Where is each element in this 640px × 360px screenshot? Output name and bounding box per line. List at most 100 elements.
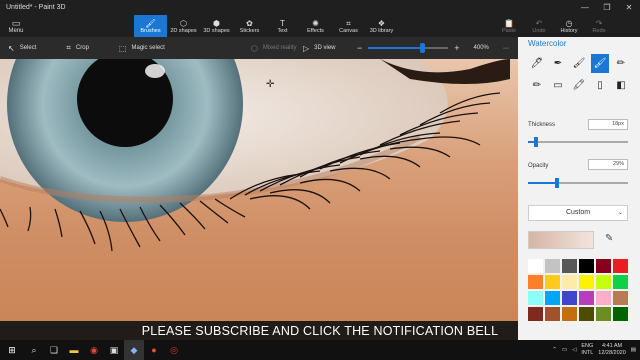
crop-label: Crop xyxy=(75,45,89,51)
paste-icon: 📋 xyxy=(504,18,514,28)
app-icon-red[interactable]: ● xyxy=(144,340,164,360)
color-swatch[interactable] xyxy=(613,259,628,273)
color-swatch[interactable] xyxy=(596,307,611,321)
zoom-slider-thumb[interactable] xyxy=(420,43,426,53)
zoom-slider[interactable] xyxy=(368,43,449,53)
crayon-icon[interactable]: 🖍 xyxy=(570,76,588,95)
color-swatch[interactable] xyxy=(528,275,543,289)
volume-icon[interactable]: ◁ xyxy=(572,347,576,353)
select-label: Select xyxy=(19,45,37,51)
thickness-field[interactable]: 18px xyxy=(588,119,628,130)
sub-toolbar: ↖ Select ⌗ Crop ⬚ Magic select ⬡ Mixed reali… xyxy=(0,37,518,59)
crop-button[interactable]: ⌗ Crop xyxy=(66,43,89,53)
tab-2d-shapes[interactable]: ⬡ 2D shapes xyxy=(167,15,200,37)
zoom-out-icon[interactable]: − xyxy=(357,43,362,53)
mixed-reality-button[interactable]: ⬡ Mixed reality xyxy=(251,44,297,53)
color-swatch[interactable] xyxy=(596,275,611,289)
minimize-button[interactable]: — xyxy=(574,0,596,15)
color-swatch[interactable] xyxy=(613,307,628,321)
thickness-slider-thumb[interactable] xyxy=(534,137,538,147)
app-icon-spiral[interactable]: ◎ xyxy=(164,340,184,360)
color-swatch[interactable] xyxy=(579,307,594,321)
more-options-icon[interactable]: ⋯ xyxy=(503,45,509,52)
watercolor-brush-icon[interactable]: 🖌 xyxy=(591,54,609,73)
current-color-swatch[interactable] xyxy=(528,231,594,249)
clock[interactable]: 4:41 AM 12/28/2020 xyxy=(598,343,626,357)
opacity-field[interactable]: 29% xyxy=(588,159,628,170)
oil-brush-icon[interactable]: 🖌 xyxy=(570,54,588,73)
color-swatch[interactable] xyxy=(596,291,611,305)
color-swatch[interactable] xyxy=(562,307,577,321)
tab-stickers[interactable]: ✿ Stickers xyxy=(233,15,266,37)
history-button[interactable]: ◷ History xyxy=(554,15,584,37)
panel-title: Watercolor xyxy=(528,39,567,48)
color-swatch[interactable] xyxy=(562,275,577,289)
clock-time: 4:41 AM xyxy=(601,343,623,349)
spray-can-icon[interactable]: ▯ xyxy=(591,76,609,95)
zoom-value: 400% xyxy=(473,45,489,51)
undo-label: Undo xyxy=(532,27,546,34)
chevron-up-icon[interactable]: ⌃ xyxy=(552,347,557,353)
magic-select-button[interactable]: ⬚ Magic select xyxy=(119,44,165,53)
color-swatch[interactable] xyxy=(562,291,577,305)
drawing-canvas[interactable]: ✛ xyxy=(0,59,518,340)
color-swatch[interactable] xyxy=(613,275,628,289)
eraser-icon[interactable]: ▭ xyxy=(549,76,567,95)
opacity-slider[interactable] xyxy=(528,178,628,188)
color-swatch[interactable] xyxy=(579,291,594,305)
opacity-slider-thumb[interactable] xyxy=(555,178,559,188)
title-bar: Untitled* - Paint 3D — ❐ ✕ xyxy=(0,0,640,15)
tab-label: Effects xyxy=(307,27,324,34)
paste-button[interactable]: 📋 Paste xyxy=(494,15,524,37)
chrome-icon[interactable]: ◉ xyxy=(84,340,104,360)
tab-3d-library[interactable]: ❖ 3D library xyxy=(365,15,398,37)
color-swatch[interactable] xyxy=(545,307,560,321)
paint-3d-taskbar-icon[interactable]: ◆ xyxy=(124,340,144,360)
file-explorer-icon[interactable]: ▬ xyxy=(64,340,84,360)
tab-effects[interactable]: ✺ Effects xyxy=(299,15,332,37)
maximize-button[interactable]: ❐ xyxy=(596,0,618,15)
eyedropper-icon[interactable]: ✎ xyxy=(605,233,613,244)
color-swatch[interactable] xyxy=(545,275,560,289)
undo-button[interactable]: ↶ Undo xyxy=(524,15,554,37)
language-indicator[interactable]: ENG INTL xyxy=(581,343,593,357)
task-view-icon[interactable]: ❏ xyxy=(44,340,64,360)
color-mode-dropdown[interactable]: Custom ⌄ xyxy=(528,205,628,221)
tab-3d-shapes[interactable]: ⬢ 3D shapes xyxy=(200,15,233,37)
color-swatch[interactable] xyxy=(545,291,560,305)
color-swatch[interactable] xyxy=(528,259,543,273)
network-icon[interactable]: ▭ xyxy=(562,347,567,353)
tab-canvas[interactable]: ⌗ Canvas xyxy=(332,15,365,37)
color-swatch[interactable] xyxy=(579,275,594,289)
calligraphy-pen-icon[interactable]: ✒ xyxy=(549,54,567,73)
windows-start-icon[interactable]: ⊞ xyxy=(0,340,24,360)
color-swatch[interactable] xyxy=(579,259,594,273)
3d-shapes-icon: ⬢ xyxy=(213,18,220,28)
redo-button[interactable]: ↷ Redo xyxy=(584,15,614,37)
tab-text[interactable]: T Text xyxy=(266,15,299,37)
color-swatch[interactable] xyxy=(528,307,543,321)
store-icon[interactable]: ▣ xyxy=(104,340,124,360)
eye-artwork xyxy=(0,59,510,252)
color-swatch[interactable] xyxy=(528,291,543,305)
pencil-icon[interactable]: ✏ xyxy=(528,76,546,95)
close-button[interactable]: ✕ xyxy=(618,0,640,15)
color-swatch[interactable] xyxy=(596,259,611,273)
cursor-icon: ↖ xyxy=(8,43,15,53)
search-icon[interactable]: ⌕ xyxy=(24,340,44,360)
tab-label: Canvas xyxy=(339,27,358,34)
menu-button[interactable]: ▭ Menu xyxy=(0,15,32,37)
select-button[interactable]: ↖ Select xyxy=(8,44,36,53)
zoom-in-icon[interactable]: + xyxy=(454,43,459,53)
tab-brushes[interactable]: 🖌 Brushes xyxy=(134,15,167,37)
color-swatch[interactable] xyxy=(613,291,628,305)
marker-brush-icon[interactable]: 🖊 xyxy=(528,54,546,73)
notification-icon[interactable]: ▤ xyxy=(631,347,636,353)
canvas-icon: ⌗ xyxy=(346,18,351,28)
pixel-pen-icon[interactable]: ✏ xyxy=(612,54,630,73)
color-swatch[interactable] xyxy=(562,259,577,273)
thickness-slider[interactable] xyxy=(528,137,628,147)
color-swatch[interactable] xyxy=(545,259,560,273)
3d-view-button[interactable]: ▷ 3D view xyxy=(303,44,336,53)
fill-bucket-icon[interactable]: ◧ xyxy=(612,76,630,95)
